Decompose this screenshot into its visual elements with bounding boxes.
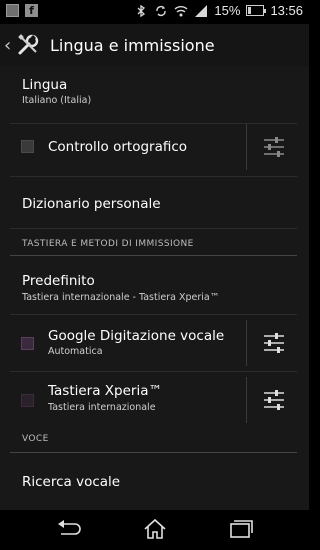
setting-language[interactable]: Lingua Italiano (Italia) xyxy=(0,66,309,126)
xperia-keyboard-checkbox[interactable] xyxy=(21,394,34,407)
signal-icon xyxy=(195,4,208,17)
settings-sliders-icon[interactable] xyxy=(262,389,286,411)
back-icon[interactable] xyxy=(55,518,81,540)
setting-personal-dictionary[interactable]: Dizionario personale xyxy=(0,177,309,229)
status-bar: f 15% 13:56 xyxy=(0,0,309,24)
setting-xperia-keyboard[interactable]: Tastiera Xperia™ Tastiera internazionale xyxy=(0,372,309,428)
recent-apps-icon[interactable] xyxy=(228,518,254,540)
status-right: 15% 13:56 xyxy=(134,3,303,18)
setting-spellcheck[interactable]: Controllo ortografico xyxy=(0,124,309,170)
setting-voice-search[interactable]: Ricerca vocale xyxy=(0,453,309,510)
setting-google-voice-typing[interactable]: Google Digitazione vocale Automatica xyxy=(0,315,309,371)
setting-spellcheck-title: Controllo ortografico xyxy=(48,139,188,155)
vertical-divider xyxy=(246,377,247,423)
setting-xperia-title: Tastiera Xperia™ xyxy=(48,383,162,399)
setting-google-voice-summary: Automatica xyxy=(48,346,103,357)
divider xyxy=(10,228,297,229)
battery-icon xyxy=(246,5,267,16)
wifi-icon xyxy=(174,5,188,16)
battery-percent: 15% xyxy=(214,3,241,18)
vertical-divider xyxy=(246,320,247,366)
setting-default-title: Predefinito xyxy=(22,273,95,289)
action-bar[interactable]: ‹ Lingua e immissione xyxy=(0,24,309,66)
home-icon[interactable] xyxy=(142,518,168,540)
setting-language-summary: Italiano (Italia) xyxy=(22,95,92,106)
page-title: Lingua e immissione xyxy=(50,35,215,55)
section-header-voice: VOCE xyxy=(22,434,49,444)
bluetooth-icon xyxy=(137,4,146,17)
setting-language-title: Lingua xyxy=(22,77,68,93)
facebook-icon: f xyxy=(25,4,38,17)
setting-default-keyboard[interactable]: Predefinito Tastiera internazionale - Ta… xyxy=(0,256,309,314)
wrench-screwdriver-icon[interactable] xyxy=(16,33,40,57)
sync-icon xyxy=(156,5,167,16)
google-voice-checkbox[interactable] xyxy=(21,337,34,350)
spellcheck-checkbox[interactable] xyxy=(21,140,34,153)
setting-default-summary: Tastiera internazionale - Tastiera Xperi… xyxy=(22,292,220,303)
status-left: f xyxy=(6,4,38,17)
vertical-divider xyxy=(246,124,247,170)
settings-sliders-icon[interactable] xyxy=(262,332,286,354)
setting-voice-search-title: Ricerca vocale xyxy=(22,474,121,490)
navigation-bar xyxy=(0,510,309,550)
section-header-keyboards: TASTIERA E METODI DI IMMISSIONE xyxy=(22,239,194,249)
setting-google-voice-title: Google Digitazione vocale xyxy=(48,328,225,344)
settings-sliders-icon[interactable] xyxy=(262,136,286,158)
image-notification-icon xyxy=(6,4,19,17)
setting-dictionary-title: Dizionario personale xyxy=(22,196,161,212)
settings-list: Lingua Italiano (Italia) Controllo ortog… xyxy=(0,66,309,510)
status-time: 13:56 xyxy=(270,3,303,18)
back-chevron-icon[interactable]: ‹ xyxy=(4,35,14,56)
setting-xperia-summary: Tastiera internazionale xyxy=(48,402,156,413)
